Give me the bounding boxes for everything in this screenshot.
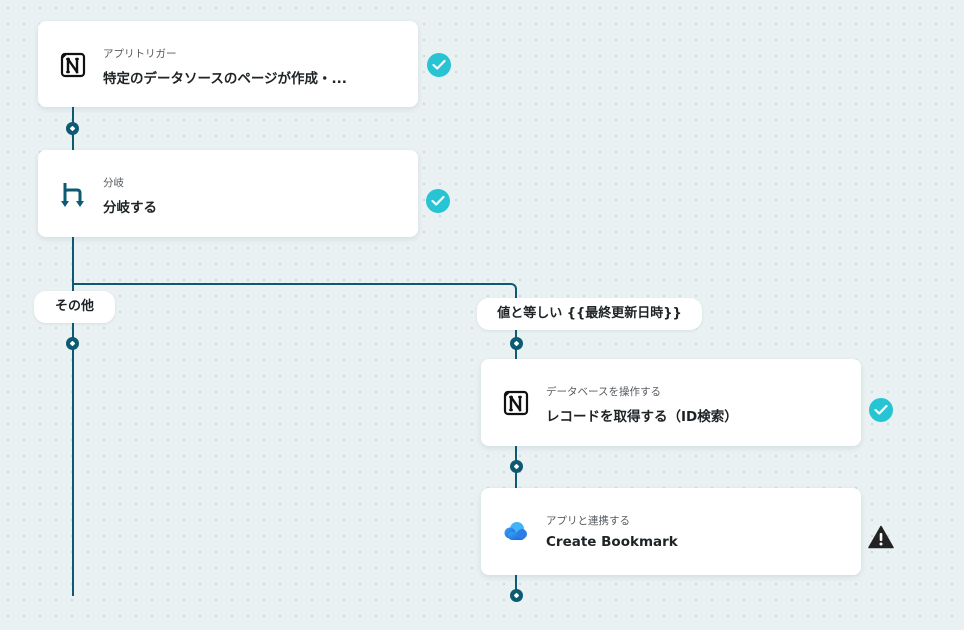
step-title: 分岐する xyxy=(103,200,157,216)
step-type-label: アプリトリガー xyxy=(103,48,177,60)
notion-icon xyxy=(503,390,529,416)
add-step-button[interactable] xyxy=(66,337,79,350)
flow-step-get-record[interactable]: データベースを操作する レコードを取得する（ID検索） xyxy=(481,359,861,446)
flow-step-trigger[interactable]: アプリトリガー 特定のデータソースのページが作成・... xyxy=(38,21,418,107)
step-type-label: 分岐 xyxy=(103,177,124,189)
branch-label-other[interactable]: その他 xyxy=(34,291,115,323)
step-title: 特定のデータソースのページが作成・... xyxy=(103,71,347,87)
cloud-app-icon xyxy=(503,520,529,546)
branch-icon xyxy=(60,181,86,207)
warning-icon xyxy=(868,525,894,549)
step-type-label: アプリと連携する xyxy=(546,515,630,527)
success-check-icon xyxy=(427,53,451,77)
add-step-button[interactable] xyxy=(510,589,523,602)
add-step-button[interactable] xyxy=(510,460,523,473)
notion-icon xyxy=(60,52,86,78)
flow-step-branch[interactable]: 分岐 分岐する xyxy=(38,150,418,237)
flow-step-create-bookmark[interactable]: アプリと連携する Create Bookmark xyxy=(481,488,861,575)
step-title: レコードを取得する（ID検索） xyxy=(546,409,738,425)
success-check-icon xyxy=(869,398,893,422)
success-check-icon xyxy=(426,189,450,213)
add-step-button[interactable] xyxy=(66,122,79,135)
branch-connector xyxy=(73,283,517,303)
step-type-label: データベースを操作する xyxy=(546,386,661,398)
add-step-button[interactable] xyxy=(510,337,523,350)
branch-label-condition[interactable]: 値と等しい {{最終更新日時}} xyxy=(477,298,702,330)
step-title: Create Bookmark xyxy=(546,534,678,550)
